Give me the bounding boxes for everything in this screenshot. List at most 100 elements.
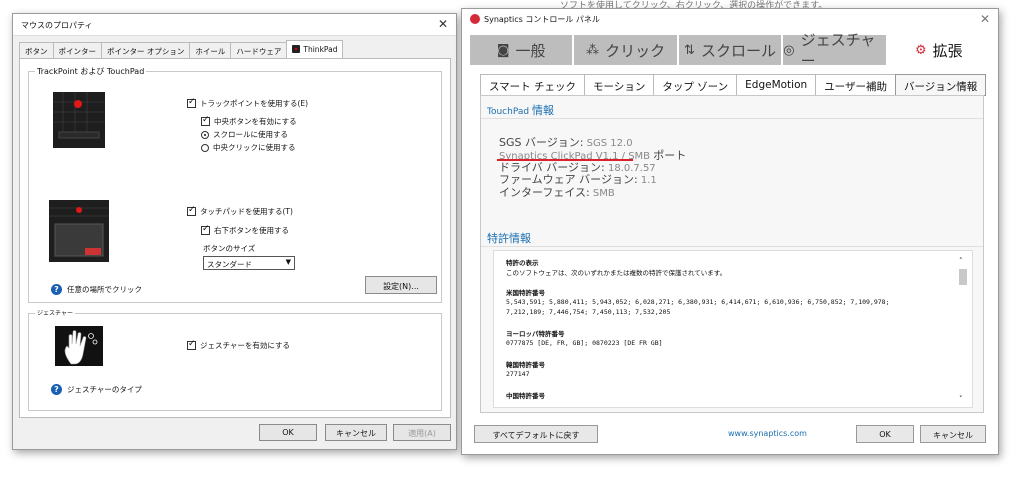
cancel-button[interactable]: キャンセル (325, 424, 387, 441)
touchpad-info-prefix: TouchPad (487, 107, 530, 117)
radio-circle (201, 130, 209, 139)
touchpad-graphic (49, 200, 109, 262)
patent-text-box[interactable]: 特許の表示 このソフトウェアは、次のいずれかまたは複数の特許で保護されています。… (493, 250, 973, 408)
tab-version-info[interactable]: バージョン情報 (894, 74, 987, 96)
thinkpad-icon (292, 45, 301, 53)
tab-thinkpad[interactable]: ThinkPad (286, 40, 344, 58)
gesture-enable-checkbox[interactable]: ジェスチャーを有効にする (187, 339, 290, 351)
touchpad-enable-label: タッチパッドを使用する(T) (200, 207, 293, 216)
ok-button[interactable]: OK (259, 424, 317, 441)
radio-circle (201, 143, 209, 152)
synaptics-logo-icon (470, 14, 480, 24)
button-size-select[interactable]: スタンダード ▼ (203, 256, 295, 270)
synaptics-control-panel-window: Synaptics コントロール パネル ✕ ◙ 一般 ⁂ クリック ⇅ スクロール … (461, 8, 999, 455)
tab-motion[interactable]: モーション (584, 74, 655, 96)
kr-patent-line: 277147 (506, 370, 530, 378)
help-icon: ? (51, 384, 62, 395)
checkbox-box (201, 224, 210, 235)
tab-click[interactable]: ⁂ クリック (574, 35, 679, 65)
touchpad-illustration (49, 200, 109, 262)
tab-pointer-options[interactable]: ポインター オプション (101, 42, 191, 58)
click-anywhere-label: 任意の場所でクリック (67, 285, 142, 294)
cancel-button[interactable]: キャンセル (920, 425, 986, 443)
gesture-icon: ◎ (783, 42, 795, 58)
tab-bar: ボタン ポインター ポインター オプション ホイール ハードウェア ThinkP… (19, 40, 344, 58)
tab-buttons[interactable]: ボタン (19, 42, 54, 58)
middle-click-radio[interactable]: 中央クリックに使用する (201, 142, 296, 153)
patent-info-title: 特許情報 (487, 232, 531, 245)
close-icon[interactable]: ✕ (438, 17, 448, 31)
middle-click-label: 中央クリックに使用する (213, 143, 296, 152)
tab-advanced[interactable]: ⚙ 拡張 (887, 35, 993, 65)
tab-scroll-label: スクロール (700, 41, 776, 60)
tab-pointer[interactable]: ポインター (52, 42, 102, 58)
clickpad-suffix: ポート (653, 149, 687, 162)
tab-wheel[interactable]: ホイール (189, 42, 232, 58)
button-size-value: スタンダード (207, 260, 252, 269)
right-lower-button-checkbox[interactable]: 右下ボタンを使用する (201, 224, 289, 236)
thinkpad-panel: TrackPoint および TouchPad トラックポイントを使用する(E)… (19, 58, 451, 418)
title-bar: Synaptics コントロール パネル ✕ (462, 9, 998, 31)
chevron-down-icon[interactable]: ˅ (959, 395, 963, 403)
window-title-wrap: Synaptics コントロール パネル (470, 14, 600, 25)
tab-smart-check[interactable]: スマート チェック (480, 74, 586, 96)
trackpoint-enable-checkbox[interactable]: トラックポイントを使用する(E) (187, 97, 309, 109)
middle-button-label: 中央ボタンを有効にする (214, 117, 297, 126)
firmware-version-value: 1.1 (640, 175, 657, 186)
scroll-label: スクロールに使用する (213, 130, 288, 139)
checkbox-box (187, 205, 196, 216)
us-patent-heading: 米国特許番号 (506, 289, 545, 297)
synaptics-website-link[interactable]: www.synaptics.com (728, 429, 807, 438)
chevron-down-icon: ▼ (285, 258, 291, 266)
ok-button[interactable]: OK (856, 425, 914, 443)
gesture-enable-label: ジェスチャーを有効にする (200, 341, 290, 350)
checkbox-box (201, 115, 210, 126)
gesture-types-link[interactable]: ? ジェスチャーのタイプ (51, 384, 142, 395)
gesture-types-label: ジェスチャーのタイプ (67, 385, 142, 394)
chevron-up-icon[interactable]: ˄ (959, 257, 963, 265)
window-title: マウスのプロパティ (21, 21, 93, 30)
tab-general[interactable]: ◙ 一般 (470, 35, 575, 65)
kr-patent-heading: 韓国特許番号 (506, 361, 545, 369)
click-icon: ⁂ (586, 42, 600, 58)
scroll-icon: ⇅ (684, 42, 695, 58)
patent-scrollbar[interactable]: ˄ ˅ (958, 257, 968, 403)
tab-tap-zone[interactable]: タップ ゾーン (653, 74, 738, 96)
trackpoint-enable-label: トラックポイントを使用する(E) (200, 99, 309, 108)
gesture-illustration (55, 326, 103, 366)
close-icon[interactable]: ✕ (980, 12, 990, 26)
tab-gesture-label: ジェスチャー (800, 31, 876, 70)
cn-patent-heading: 中国特許番号 (506, 392, 545, 400)
tab-hardware[interactable]: ハードウェア (230, 42, 288, 58)
touchpad-icon: ◙ (496, 42, 510, 58)
interface-line: インターフェイス: SMB (499, 184, 615, 200)
tab-click-label: クリック (605, 41, 666, 60)
tab-advanced-label: 拡張 (932, 41, 963, 60)
gesture-group: ジェスチャー ジェスチャーを有効にする ? ジェスチャーのタイプ (28, 308, 442, 411)
click-anywhere-link[interactable]: ? 任意の場所でクリック (51, 284, 142, 295)
patent-display-heading: 特許の表示 (506, 259, 539, 267)
tab-gesture[interactable]: ◎ ジェスチャー (783, 31, 888, 70)
middle-button-checkbox[interactable]: 中央ボタンを有効にする (201, 115, 297, 127)
sub-tab-bar: スマート チェック モーション タップ ゾーン EdgeMotion ユーザー補… (480, 74, 987, 96)
gesture-group-title: ジェスチャー (35, 308, 75, 317)
interface-label: インターフェイス: (499, 186, 590, 199)
eu-patent-line: 0777875 [DE, FR, GB]; 0870223 [DE FR GB] (506, 339, 663, 347)
apply-button[interactable]: 適用(A) (393, 424, 451, 441)
tab-scroll[interactable]: ⇅ スクロール (678, 35, 784, 65)
version-info-panel: TouchPad 情報 SGS バージョン: SGS 12.0 Synaptic… (480, 95, 984, 413)
settings-button[interactable]: 設定(N)... (365, 276, 437, 294)
us-patent-line-2: 7,212,189; 7,446,754; 7,450,113; 7,532,2… (506, 308, 671, 316)
tab-accessibility[interactable]: ユーザー補助 (815, 74, 896, 96)
scrollbar-thumb[interactable] (959, 269, 967, 285)
reset-defaults-button[interactable]: すべてデフォルトに戻す (474, 425, 598, 443)
scroll-radio[interactable]: スクロールに使用する (201, 129, 288, 140)
divider (481, 246, 983, 247)
touchpad-enable-checkbox[interactable]: タッチパッドを使用する(T) (187, 205, 293, 217)
patent-display-text: このソフトウェアは、次のいずれかまたは複数の特許で保護されています。 (506, 269, 727, 277)
us-patent-line-1: 5,543,591; 5,880,411; 5,943,052; 6,028,2… (506, 298, 890, 306)
interface-value: SMB (592, 188, 615, 199)
tab-edgemotion[interactable]: EdgeMotion (736, 74, 817, 96)
touchpad-info-title: TouchPad 情報 (487, 102, 554, 118)
group-title: TrackPoint および TouchPad (35, 66, 147, 77)
